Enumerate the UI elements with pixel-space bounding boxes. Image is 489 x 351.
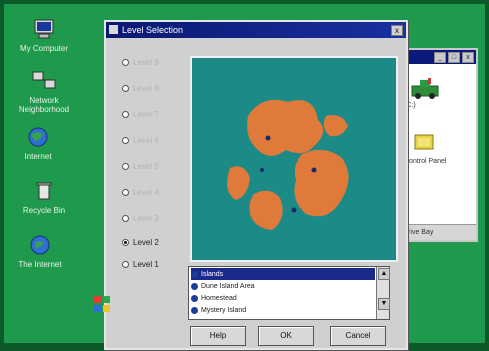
level-radio-label: Level 2 xyxy=(133,237,159,247)
desktop-icon-network[interactable]: Network Neighborhood xyxy=(14,70,74,114)
close-icon[interactable]: x xyxy=(391,25,403,36)
desktop-icon-label: My Computer xyxy=(19,44,68,53)
background-window[interactable]: _ □ x (C:) Control Panel Drive Bay xyxy=(398,48,478,242)
frame-right xyxy=(485,0,489,351)
radio-circle[interactable] xyxy=(122,260,129,268)
level-radio[interactable]: Level 3 xyxy=(122,212,159,224)
list-item[interactable]: Islands xyxy=(191,268,375,280)
minimize-button[interactable]: _ xyxy=(434,52,446,63)
map-preview xyxy=(190,56,398,262)
frame-top xyxy=(0,0,489,4)
globe-icon xyxy=(30,235,50,255)
radio-circle[interactable] xyxy=(122,84,129,92)
desktop-icon-my-computer[interactable]: My Computer xyxy=(14,18,74,53)
level-selection-dialog[interactable]: Level Selection x Level 9 Level 8 Level … xyxy=(104,20,408,350)
scroll-down-icon[interactable]: ▼ xyxy=(378,298,390,310)
desktop-icon-label: Network Neighborhood xyxy=(18,96,70,114)
desktop-icon-label: Recycle Bin xyxy=(22,206,66,215)
desktop-icon-recycle-bin[interactable]: Recycle Bin xyxy=(14,180,74,215)
level-radio[interactable]: Level 8 xyxy=(122,82,159,94)
list-item-label: Dune Island Area xyxy=(201,282,255,290)
list-item[interactable]: Mystery Island xyxy=(191,304,375,316)
recycle-bin-icon xyxy=(36,182,52,200)
ok-button[interactable]: OK xyxy=(258,326,314,346)
list-item[interactable]: Homestead xyxy=(191,292,375,304)
radio-circle[interactable] xyxy=(122,110,129,118)
radio-circle[interactable] xyxy=(122,162,129,170)
network-icon xyxy=(32,71,56,89)
background-window-item[interactable]: (C:) xyxy=(404,102,470,109)
list-item-label: Homestead xyxy=(201,294,237,302)
map-icon xyxy=(191,294,198,302)
level-radio[interactable]: Level 1 xyxy=(122,258,159,270)
control-panel-icon[interactable] xyxy=(412,132,436,154)
list-item-label: Islands xyxy=(201,270,224,278)
level-radio-label: Level 4 xyxy=(133,187,159,197)
level-radio[interactable]: Level 5 xyxy=(122,160,159,172)
desktop-icon-label: The Internet xyxy=(18,260,62,269)
computer-icon xyxy=(34,19,54,39)
level-radio-label: Level 1 xyxy=(133,259,159,269)
map-image xyxy=(192,58,396,260)
map-icon xyxy=(191,282,198,290)
desktop-icon-internet[interactable]: Internet xyxy=(8,126,68,161)
close-button[interactable]: x xyxy=(462,52,474,63)
dialog-titlebar[interactable]: Level Selection xyxy=(106,22,406,38)
level-radio-label: Level 9 xyxy=(133,57,159,67)
list-item-label: Mystery Island xyxy=(201,306,247,314)
list-item[interactable]: Dune Island Area xyxy=(191,280,375,292)
background-window-titlebar[interactable]: _ □ x xyxy=(400,50,476,64)
level-radio[interactable]: Level 6 xyxy=(122,134,159,146)
dialog-title: Level Selection xyxy=(122,25,184,35)
map-list[interactable]: Islands Dune Island Area Homestead Myste… xyxy=(188,266,390,320)
list-scrollbar[interactable]: ▲ ▼ xyxy=(376,267,390,319)
background-window-status: Drive Bay xyxy=(400,224,476,240)
help-button[interactable]: Help xyxy=(190,326,246,346)
scroll-up-icon[interactable]: ▲ xyxy=(378,268,390,280)
radio-circle[interactable] xyxy=(122,214,129,222)
radio-circle[interactable] xyxy=(122,58,129,66)
level-radio[interactable]: Level 7 xyxy=(122,108,159,120)
level-radio-selected[interactable]: Level 2 xyxy=(122,236,159,248)
background-window-item[interactable]: Control Panel xyxy=(404,158,470,165)
globe-icon xyxy=(28,127,48,147)
level-radio-label: Level 6 xyxy=(133,135,159,145)
level-radio-label: Level 5 xyxy=(133,161,159,171)
radio-circle[interactable] xyxy=(122,188,129,196)
map-icon xyxy=(191,270,198,278)
frame-left xyxy=(0,0,4,351)
maximize-button[interactable]: □ xyxy=(448,52,460,63)
radio-circle[interactable] xyxy=(122,136,129,144)
desktop-icon-the-internet[interactable]: The Internet xyxy=(10,234,70,269)
drive-icon[interactable] xyxy=(410,76,440,100)
screen: My Computer Network Neighborhood Interne… xyxy=(0,0,489,351)
cancel-button[interactable]: Cancel xyxy=(330,326,386,346)
level-radio-label: Level 7 xyxy=(133,109,159,119)
desktop-icon-label: Internet xyxy=(24,152,52,161)
app-icon xyxy=(109,25,118,34)
level-radio[interactable]: Level 4 xyxy=(122,186,159,198)
level-radio-label: Level 8 xyxy=(133,83,159,93)
radio-circle-selected[interactable] xyxy=(122,238,129,246)
level-radio[interactable]: Level 9 xyxy=(122,56,159,68)
map-icon xyxy=(191,306,198,314)
windows-logo-icon xyxy=(94,296,110,312)
level-radio-label: Level 3 xyxy=(133,213,159,223)
